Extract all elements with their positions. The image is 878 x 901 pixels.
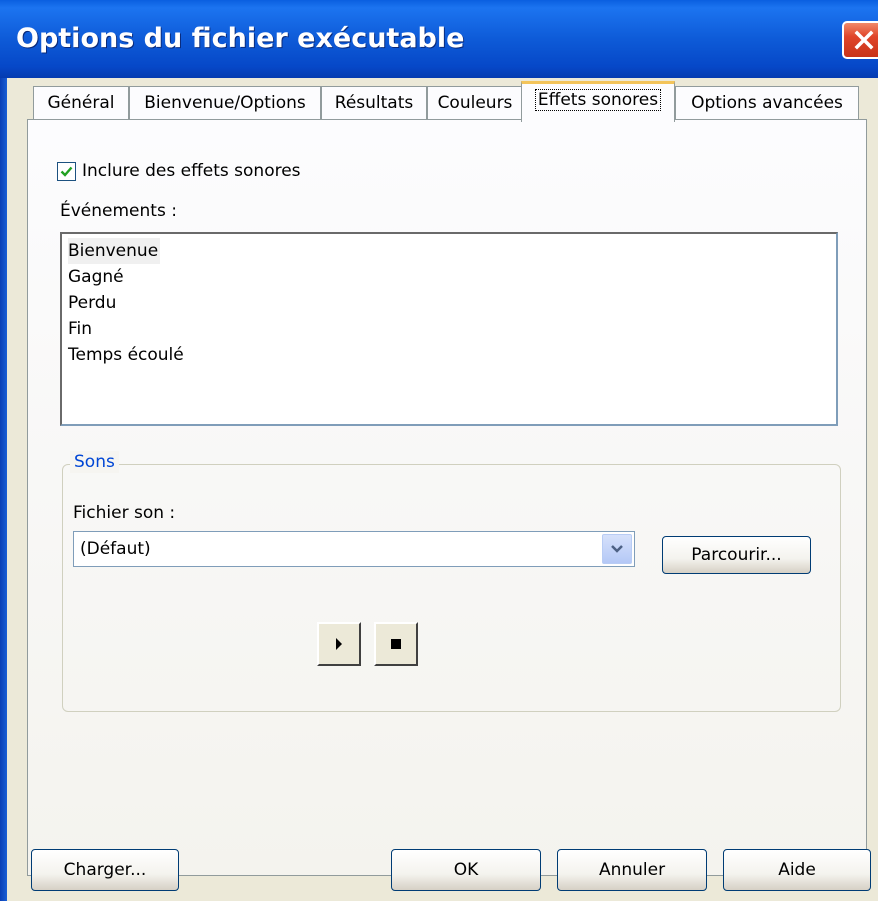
- dropdown-button[interactable]: [602, 534, 632, 564]
- sound-file-label: Fichier son :: [73, 503, 176, 523]
- checkbox-box[interactable]: [57, 161, 76, 181]
- sounds-group-title: Sons: [70, 451, 119, 473]
- sound-file-value: (Défaut): [80, 539, 151, 559]
- events-label: Événements :: [60, 201, 177, 221]
- tab-label: Options avancées: [691, 93, 843, 113]
- stop-button[interactable]: [374, 622, 418, 666]
- list-item-label: Bienvenue: [68, 238, 161, 264]
- dialog-client: Général Bienvenue/Options Résultats Coul…: [7, 78, 878, 901]
- checkbox-label: Inclure des effets sonores: [82, 161, 301, 181]
- help-button[interactable]: Aide: [723, 849, 871, 891]
- tab-general[interactable]: Général: [33, 86, 129, 120]
- tab-label: Couleurs: [437, 93, 513, 113]
- tab-label: Bienvenue/Options: [144, 93, 306, 113]
- include-sound-effects-checkbox[interactable]: Inclure des effets sonores: [57, 159, 301, 183]
- tab-label: Effets sonores: [534, 89, 662, 111]
- chevron-down-icon: [611, 545, 623, 553]
- tab-options-avancees[interactable]: Options avancées: [675, 86, 859, 120]
- play-button[interactable]: [317, 622, 361, 666]
- window-frame: [0, 78, 7, 901]
- list-item[interactable]: Temps écoulé: [68, 342, 836, 368]
- close-icon: [854, 30, 874, 50]
- tab-label: Résultats: [334, 93, 414, 113]
- list-item[interactable]: Gagné: [68, 264, 836, 290]
- checkmark-icon: [60, 166, 73, 177]
- stop-icon: [391, 639, 401, 649]
- list-item[interactable]: Fin: [68, 316, 836, 342]
- browse-button[interactable]: Parcourir...: [662, 536, 811, 574]
- tab-effets-sonores[interactable]: Effets sonores: [521, 81, 675, 122]
- close-button[interactable]: [842, 21, 878, 59]
- title-bar[interactable]: Options du fichier exécutable: [0, 0, 878, 78]
- window-title: Options du fichier exécutable: [16, 23, 465, 54]
- tab-strip: Général Bienvenue/Options Résultats Coul…: [7, 78, 878, 123]
- ok-button[interactable]: OK: [391, 849, 541, 891]
- play-icon: [336, 638, 342, 650]
- sound-file-dropdown[interactable]: (Défaut): [73, 531, 635, 567]
- list-item[interactable]: Bienvenue: [68, 238, 836, 264]
- tab-couleurs[interactable]: Couleurs: [427, 86, 523, 120]
- load-button[interactable]: Charger...: [31, 849, 179, 891]
- cancel-button[interactable]: Annuler: [557, 849, 707, 891]
- tab-resultats[interactable]: Résultats: [321, 86, 427, 120]
- events-listbox[interactable]: Bienvenue Gagné Perdu Fin Temps écoulé: [60, 232, 838, 426]
- sounds-groupbox: [62, 464, 841, 712]
- tab-label: Général: [47, 93, 115, 113]
- tab-bienvenue-options[interactable]: Bienvenue/Options: [129, 86, 321, 120]
- list-item[interactable]: Perdu: [68, 290, 836, 316]
